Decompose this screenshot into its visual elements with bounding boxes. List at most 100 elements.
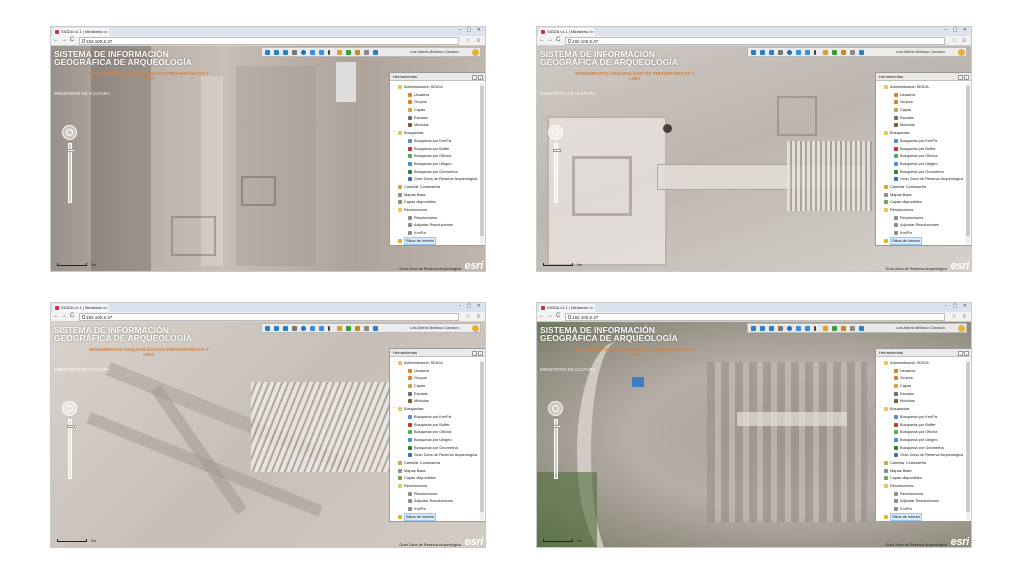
tab-close-icon[interactable]: × bbox=[106, 28, 108, 36]
search-icon[interactable] bbox=[355, 326, 360, 331]
tree-item[interactable]: − Búsquedas bbox=[393, 129, 479, 137]
browser-menu-icons[interactable]: ☆ ≡ bbox=[465, 37, 482, 44]
close-button[interactable]: × bbox=[964, 75, 969, 80]
tree-item[interactable]: Sitios de Interés bbox=[393, 237, 479, 246]
expand-toggle-icon[interactable]: − bbox=[879, 83, 881, 91]
tree-item[interactable]: Capas disponibles bbox=[879, 198, 965, 206]
tree-item[interactable]: Capas bbox=[393, 382, 479, 390]
draw-icon[interactable] bbox=[346, 326, 351, 331]
tree-item[interactable]: Grupos bbox=[393, 98, 479, 106]
pan-control[interactable] bbox=[62, 125, 77, 140]
tree-item[interactable]: Búsqueda por Oficina bbox=[879, 428, 965, 436]
tree-item[interactable]: Escalas bbox=[393, 390, 479, 398]
forward-arrow-icon[interactable]: → bbox=[547, 37, 553, 43]
search-icon[interactable] bbox=[355, 50, 360, 55]
tree-item[interactable]: Resoluciones bbox=[393, 490, 479, 498]
print-icon[interactable] bbox=[850, 326, 855, 331]
map-view[interactable]: SISTEMA DE INFORMACIÓN GEOGRÁFICA DE ARQ… bbox=[537, 46, 971, 271]
zoom-extent-icon[interactable] bbox=[283, 50, 288, 55]
panel-scroll-thumb[interactable] bbox=[480, 86, 484, 236]
user-avatar-icon[interactable] bbox=[958, 325, 965, 332]
tree-item[interactable]: Grupos bbox=[879, 374, 965, 382]
tree-item[interactable]: Búsqueda por Buffer bbox=[393, 421, 479, 429]
pan-hand-icon[interactable] bbox=[292, 326, 297, 331]
tree-item[interactable]: − Administración SIGDA bbox=[393, 359, 479, 367]
tree-item[interactable]: Resoluciones bbox=[879, 214, 965, 222]
print-icon[interactable] bbox=[850, 50, 855, 55]
reload-icon[interactable]: C bbox=[70, 313, 74, 319]
tree-item[interactable]: − Resoluciones bbox=[879, 206, 965, 214]
tree-item[interactable]: Búsqueda por Geometría bbox=[879, 168, 965, 176]
tree-item[interactable]: Gran Zona de Reserva Arqueológica bbox=[879, 175, 965, 183]
draw-icon[interactable] bbox=[346, 50, 351, 55]
tree-item[interactable]: Módulos bbox=[879, 397, 965, 405]
measure-icon[interactable] bbox=[823, 50, 828, 55]
zoom-out-icon[interactable] bbox=[760, 326, 765, 331]
expand-toggle-icon[interactable]: − bbox=[879, 206, 881, 214]
tree-item[interactable]: Escalas bbox=[879, 390, 965, 398]
tree-item[interactable]: Búsqueda por Oficina bbox=[393, 428, 479, 436]
tree-item[interactable]: − Resoluciones bbox=[393, 482, 479, 490]
address-bar[interactable]: 192.100.5.37 bbox=[565, 313, 945, 321]
browser-menu-icons[interactable]: ☆ ≡ bbox=[951, 37, 968, 44]
tree-item[interactable]: Mapas Base bbox=[879, 467, 965, 475]
tree-item[interactable]: Grupos bbox=[879, 98, 965, 106]
window-controls[interactable]: – ▢ ✕ bbox=[459, 303, 483, 309]
tab-close-icon[interactable]: × bbox=[592, 28, 594, 36]
tree-item[interactable]: Capas disponibles bbox=[879, 474, 965, 482]
info-icon[interactable] bbox=[814, 50, 816, 55]
tree-item[interactable]: Búsqueda por Ubigeo bbox=[393, 160, 479, 168]
zoom-in-icon[interactable] bbox=[751, 50, 756, 55]
back-arrow-icon[interactable]: ← bbox=[539, 313, 545, 319]
tree-item[interactable]: Búsqueda por Buffer bbox=[393, 145, 479, 153]
expand-toggle-icon[interactable]: − bbox=[393, 359, 395, 367]
close-button[interactable]: × bbox=[964, 351, 969, 356]
redo-icon[interactable] bbox=[805, 50, 810, 55]
user-name[interactable]: Luis Alberto Bellasco Carrasco bbox=[410, 326, 459, 330]
tree-item[interactable]: Gran Zona de Reserva Arqueológica bbox=[393, 175, 479, 183]
tree-item[interactable]: Módulos bbox=[879, 121, 965, 129]
settings-icon[interactable] bbox=[373, 326, 378, 331]
minimize-button[interactable]: – bbox=[472, 75, 477, 80]
panel-scroll-thumb[interactable] bbox=[480, 362, 484, 512]
tree-item[interactable]: Búsqueda por Km/Pa bbox=[393, 137, 479, 145]
zoom-out-icon[interactable] bbox=[274, 50, 279, 55]
tree-item[interactable]: Búsqueda por Geometría bbox=[393, 444, 479, 452]
pan-hand-icon[interactable] bbox=[292, 50, 297, 55]
zoom-out-icon[interactable] bbox=[760, 50, 765, 55]
user-avatar-icon[interactable] bbox=[472, 325, 479, 332]
minimize-button[interactable]: – bbox=[958, 75, 963, 80]
tree-item[interactable]: Usuarios bbox=[879, 367, 965, 375]
tree-item[interactable]: Mapas Base bbox=[879, 191, 965, 199]
tree-item[interactable]: Escalas bbox=[393, 114, 479, 122]
draw-icon[interactable] bbox=[832, 50, 837, 55]
tree-item[interactable]: Capas bbox=[393, 106, 479, 114]
tree-item[interactable]: Resoluciones bbox=[393, 214, 479, 222]
expand-toggle-icon[interactable]: − bbox=[393, 206, 395, 214]
reload-icon[interactable]: C bbox=[556, 313, 560, 319]
zoom-out-icon[interactable] bbox=[274, 326, 279, 331]
back-arrow-icon[interactable]: ← bbox=[539, 37, 545, 43]
zoom-slider-knob[interactable] bbox=[67, 149, 75, 152]
tree-item[interactable]: Búsqueda por Buffer bbox=[879, 421, 965, 429]
pan-hand-icon[interactable] bbox=[778, 50, 783, 55]
tree-item[interactable]: − Administración SIGDA bbox=[879, 83, 965, 91]
tree-item[interactable]: Búsqueda por Km/Pa bbox=[393, 413, 479, 421]
minimize-button[interactable]: – bbox=[958, 351, 963, 356]
tree-item[interactable]: − Resoluciones bbox=[393, 206, 479, 214]
tree-item[interactable]: Búsqueda por Oficina bbox=[879, 152, 965, 160]
user-name[interactable]: Luis Alberto Bellasco Carrasco bbox=[896, 50, 945, 54]
tree-item[interactable]: Sitios de Interés bbox=[879, 513, 965, 522]
tree-item[interactable]: Capas bbox=[879, 106, 965, 114]
tree-item[interactable]: Búsqueda por Geometría bbox=[393, 168, 479, 176]
tree-item[interactable]: Escalas bbox=[879, 114, 965, 122]
map-view[interactable]: SISTEMA DE INFORMACIÓN GEOGRÁFICA DE ARQ… bbox=[51, 46, 485, 271]
tree-item[interactable]: − Búsquedas bbox=[393, 405, 479, 413]
tree-item[interactable]: Km/Pa bbox=[879, 505, 965, 513]
tree-item[interactable]: Búsqueda por Ubigeo bbox=[879, 436, 965, 444]
forward-arrow-icon[interactable]: → bbox=[547, 313, 553, 319]
panel-scrollbar[interactable] bbox=[480, 83, 484, 244]
minimize-button[interactable]: – bbox=[472, 351, 477, 356]
user-name[interactable]: Luis Alberto Bellasco Carrasco bbox=[896, 326, 945, 330]
tree-item[interactable]: Sitios de Interés bbox=[879, 237, 965, 246]
